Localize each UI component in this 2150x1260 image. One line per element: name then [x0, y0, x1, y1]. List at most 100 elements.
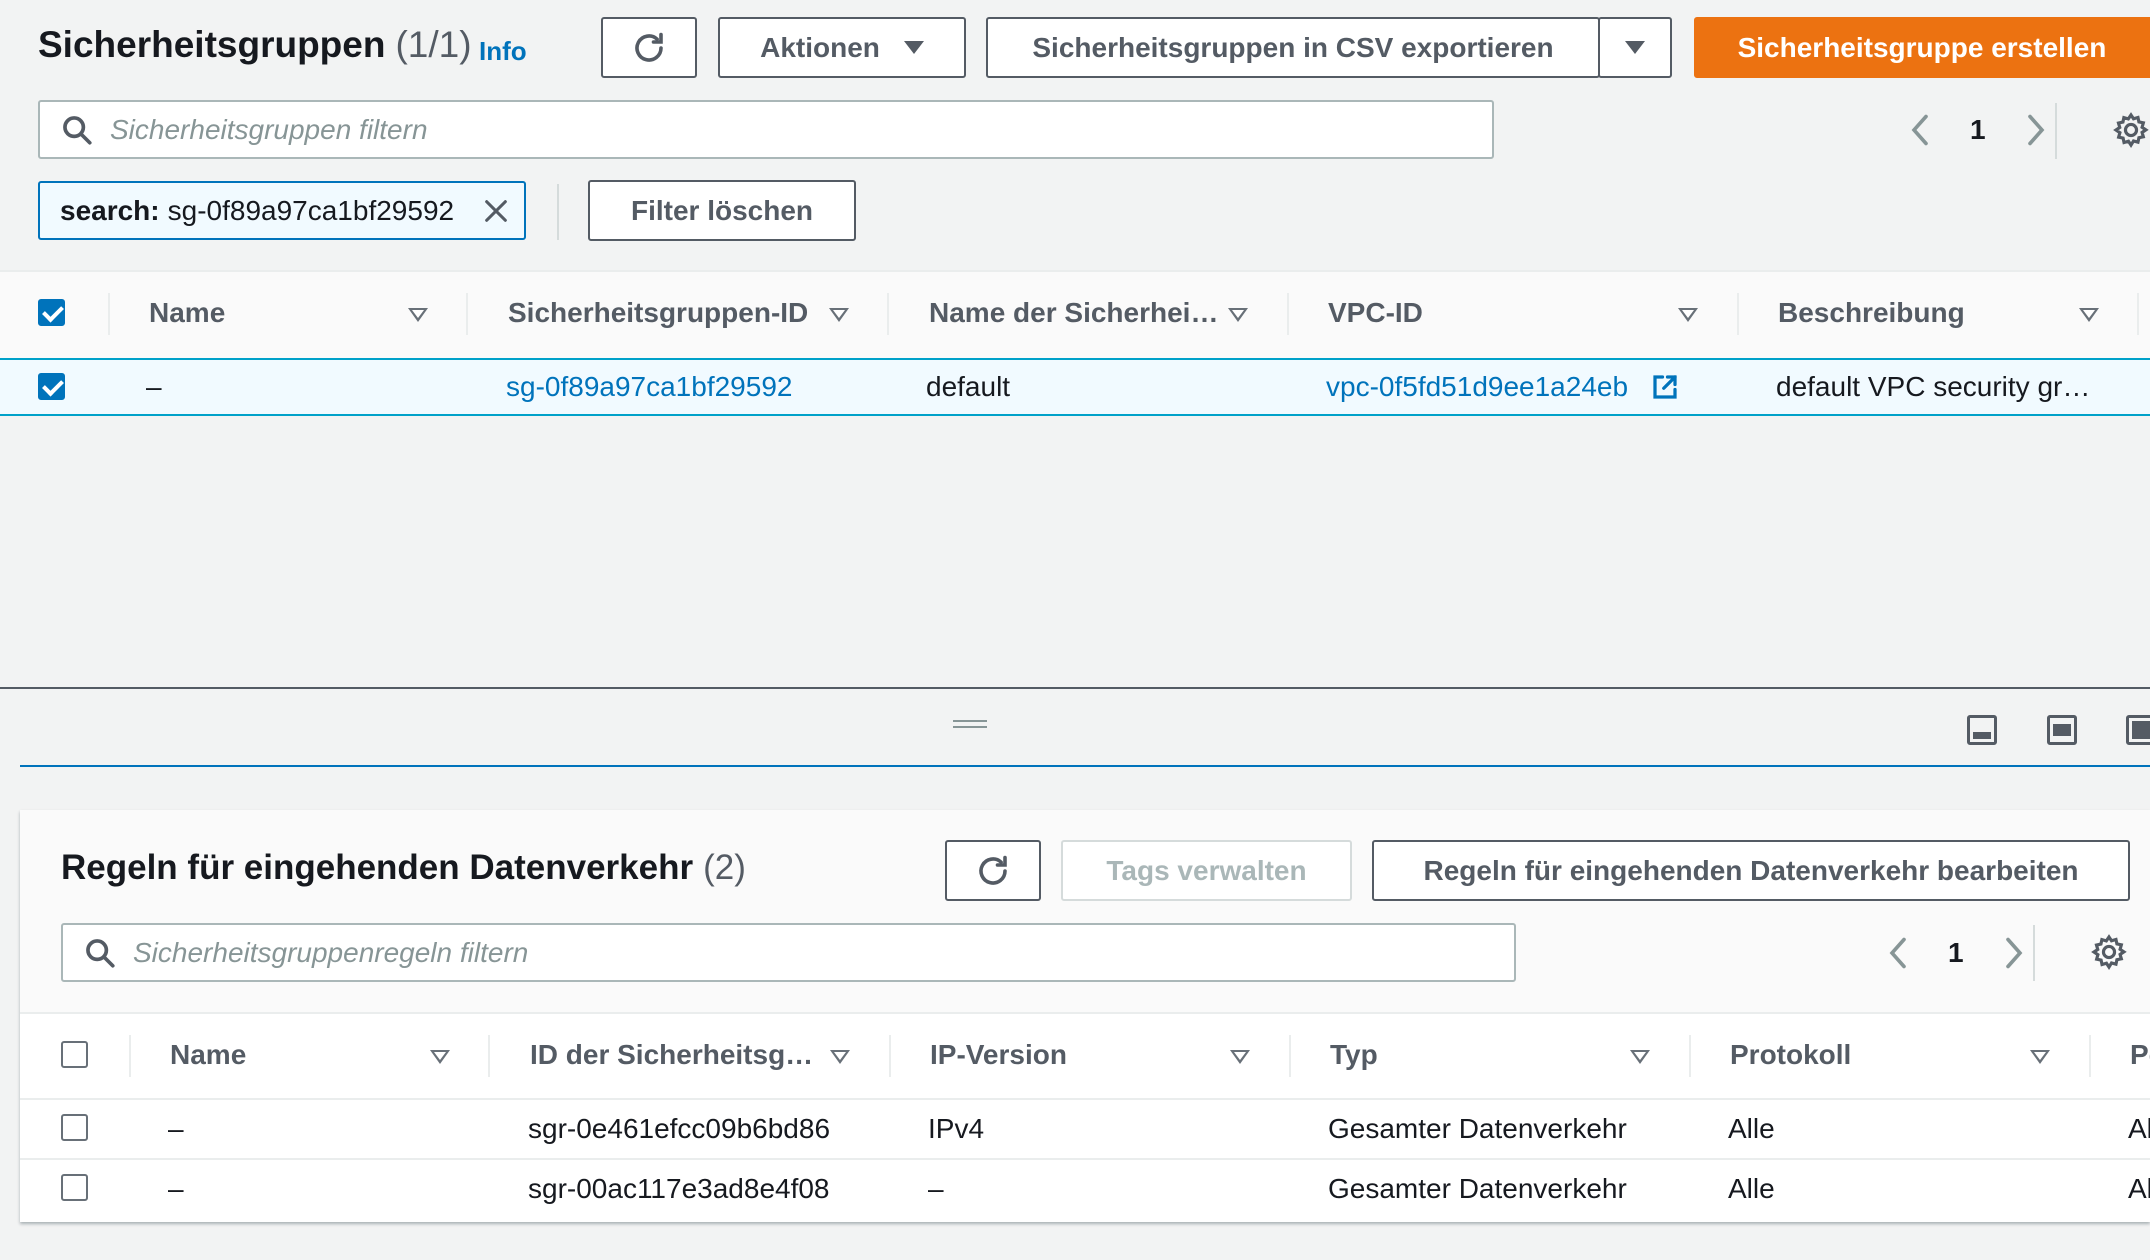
select-all-checkbox[interactable] [38, 299, 65, 326]
settings-icon[interactable] [2090, 933, 2128, 971]
sort-icon[interactable] [829, 308, 849, 322]
actions-dropdown-button[interactable]: Aktionen [718, 17, 966, 78]
refresh-rules-button[interactable] [945, 840, 1041, 901]
column-header-port[interactable]: Po [2130, 1039, 2150, 1071]
drag-handle-icon[interactable] [953, 720, 987, 728]
rules-search-input[interactable]: Sicherheitsgruppenregeln filtern [61, 923, 1516, 982]
info-link[interactable]: Info [479, 36, 527, 67]
column-separator [488, 1035, 490, 1077]
cell-type: Gesamter Datenverkehr [1328, 1113, 1627, 1144]
cell-ip-version: IPv4 [928, 1113, 985, 1144]
column-separator [2137, 293, 2139, 335]
chevron-right-icon[interactable] [2022, 112, 2050, 148]
panel-side-icon[interactable] [2126, 715, 2150, 745]
edit-inbound-rules-button[interactable]: Regeln für eingehenden Datenverkehr bear… [1372, 840, 2130, 901]
column-header-rule-id[interactable]: ID der Sicherheitsg… [530, 1039, 813, 1071]
column-separator [1287, 293, 1289, 335]
column-separator [2089, 1035, 2091, 1077]
split-panel-edge [20, 765, 2150, 767]
filter-token: search: sg-0f89a97ca1bf29592 [38, 181, 526, 240]
column-header-sg-name[interactable]: Name der Sicherhei… [929, 297, 1218, 329]
cell-protocol: Alle [1728, 1173, 1775, 1204]
actions-label: Aktionen [760, 31, 880, 63]
search-icon [63, 115, 92, 145]
search-icon [86, 938, 115, 968]
security-group-search-input[interactable]: Sicherheitsgruppen filtern [38, 100, 1494, 159]
search-placeholder: Sicherheitsgruppen filtern [110, 113, 428, 145]
column-header-sg-id[interactable]: Sicherheitsgruppen-ID [508, 297, 808, 329]
external-link-icon[interactable] [1650, 372, 1680, 402]
cell-group-name: default [926, 371, 1011, 402]
row-checkbox[interactable] [38, 373, 65, 400]
cell-port: Al [2128, 1173, 2150, 1204]
divider [2055, 103, 2057, 159]
column-separator [1689, 1035, 1691, 1077]
column-separator [129, 1035, 131, 1077]
column-header-name[interactable]: Name [149, 297, 225, 329]
chevron-right-icon[interactable] [2000, 935, 2028, 971]
cell-name: – [168, 1173, 184, 1204]
sort-icon[interactable] [2030, 1050, 2050, 1064]
pagination: 1 [1906, 112, 2050, 148]
manage-tags-button[interactable]: Tags verwalten [1061, 840, 1352, 901]
chevron-left-icon[interactable] [1906, 112, 1934, 148]
token-value: sg-0f89a97ca1bf29592 [167, 194, 455, 226]
sort-icon[interactable] [2079, 308, 2099, 322]
refresh-button[interactable] [601, 17, 697, 78]
row-checkbox[interactable] [61, 1114, 88, 1141]
selection-count: (1/1) [395, 24, 472, 65]
export-csv-button[interactable]: Sicherheitsgruppen in CSV exportieren [986, 17, 1600, 78]
page-number[interactable]: 1 [1948, 937, 1964, 969]
refresh-icon [979, 855, 1007, 885]
column-separator [889, 1035, 891, 1077]
rules-search-placeholder: Sicherheitsgruppenregeln filtern [133, 936, 529, 968]
column-header-protocol[interactable]: Protokoll [1730, 1039, 1851, 1071]
rules-pagination: 1 [1884, 935, 2028, 971]
column-header-description[interactable]: Beschreibung [1778, 297, 1965, 329]
split-panel-divider [0, 687, 2150, 689]
token-key: search: [60, 194, 160, 226]
sort-icon[interactable] [430, 1050, 450, 1064]
create-security-group-button[interactable]: Sicherheitsgruppe erstellen [1694, 17, 2150, 78]
select-all-rules-checkbox[interactable] [61, 1041, 88, 1068]
column-separator [887, 293, 889, 335]
column-header-name[interactable]: Name [170, 1039, 246, 1071]
column-header-type[interactable]: Typ [1330, 1039, 1378, 1071]
cell-description: default VPC security gr… [1776, 371, 2091, 402]
page-title: Sicherheitsgruppen (1/1) [38, 24, 472, 65]
divider [557, 184, 559, 240]
cell-protocol: Alle [1728, 1113, 1775, 1144]
sort-icon[interactable] [830, 1050, 850, 1064]
page-number[interactable]: 1 [1970, 114, 1986, 146]
chevron-left-icon[interactable] [1884, 935, 1912, 971]
settings-icon[interactable] [2112, 111, 2150, 149]
table-border [20, 1012, 2150, 1014]
cell-name: – [168, 1113, 184, 1144]
clear-filter-label: Filter löschen [630, 194, 814, 226]
export-csv-label: Sicherheitsgruppen in CSV exportieren [1032, 31, 1554, 63]
sort-icon[interactable] [1230, 1050, 1250, 1064]
panel-center-icon[interactable] [2047, 715, 2077, 745]
export-dropdown-button[interactable] [1598, 17, 1672, 78]
vpc-id-link[interactable]: vpc-0f5fd51d9ee1a24eb [1326, 371, 1628, 403]
cell-rule-id: sgr-00ac117e3ad8e4f08 [528, 1173, 830, 1204]
column-separator [466, 293, 468, 335]
sort-icon[interactable] [1678, 308, 1698, 322]
caret-down-icon [903, 41, 924, 54]
column-header-vpc-id[interactable]: VPC-ID [1328, 297, 1423, 329]
column-separator [1737, 293, 1739, 335]
sort-icon[interactable] [1630, 1050, 1650, 1064]
panel-bottom-icon[interactable] [1967, 715, 1997, 745]
create-label: Sicherheitsgruppe erstellen [1737, 31, 2107, 63]
sort-icon[interactable] [1228, 308, 1248, 322]
column-header-ip-version[interactable]: IP-Version [930, 1039, 1067, 1071]
edit-inbound-rules-label: Regeln für eingehenden Datenverkehr bear… [1423, 854, 2079, 886]
row-divider [20, 1158, 2150, 1160]
clear-filter-button[interactable]: Filter löschen [588, 180, 856, 241]
inbound-rules-title: Regeln für eingehenden Datenverkehr (2) [61, 848, 746, 887]
cell-name: – [146, 371, 162, 402]
close-icon[interactable] [482, 197, 510, 225]
row-checkbox[interactable] [61, 1174, 88, 1201]
sort-icon[interactable] [408, 308, 428, 322]
security-group-id-link[interactable]: sg-0f89a97ca1bf29592 [506, 371, 792, 403]
